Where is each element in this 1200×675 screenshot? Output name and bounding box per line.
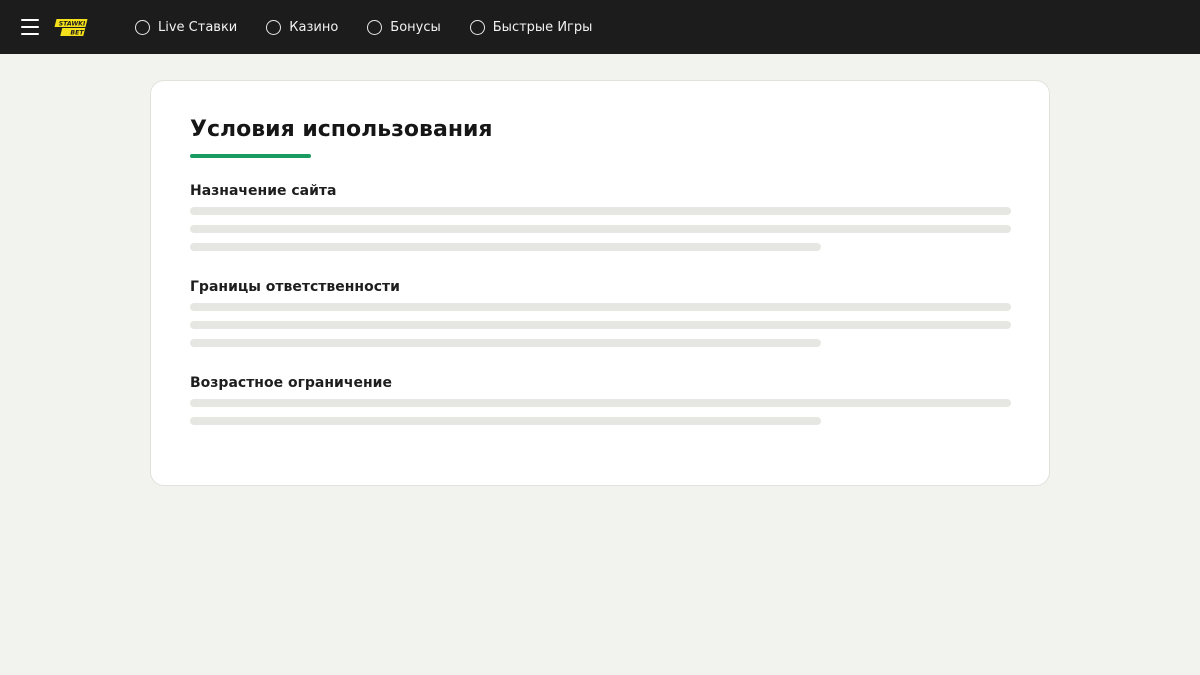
nav-item-label: Казино (289, 19, 339, 35)
title-underline (190, 154, 311, 158)
text-placeholder-line (190, 243, 821, 251)
text-placeholder-line (190, 417, 821, 425)
section-heading: Возрастное ограничение (190, 375, 392, 391)
text-placeholder-line (190, 339, 821, 347)
nav-item-quick-games[interactable]: Быстрые Игры (469, 19, 593, 35)
text-placeholder-line (190, 207, 1011, 215)
nav-item-label: Live Ставки (158, 19, 238, 35)
main-nav: Live Ставки Казино Бонусы Быстрые Игры (135, 0, 621, 54)
stawki-bet-logo[interactable]: STAWKI BET (54, 17, 90, 38)
top-navigation-bar: STAWKI BET Live Ставки Казино Бонусы Быс… (0, 0, 1200, 54)
nav-item-bonuses[interactable]: Бонусы (367, 19, 441, 35)
text-placeholder-line (190, 225, 1011, 233)
text-placeholder-line (190, 303, 1011, 311)
section-age-restriction: Возрастное ограничение (190, 373, 1011, 425)
menu-icon[interactable] (21, 17, 39, 37)
circle-icon (469, 19, 485, 35)
nav-item-label: Быстрые Игры (492, 19, 593, 35)
circle-icon (367, 19, 383, 35)
circle-icon (135, 19, 150, 35)
section-site-purpose: Назначение сайта (190, 181, 1011, 251)
text-placeholder-line (190, 321, 1011, 329)
page-title: Условия использования (190, 117, 493, 142)
section-heading: Назначение сайта (190, 183, 337, 199)
section-heading: Границы ответственности (190, 279, 400, 295)
section-liability-limits: Границы ответственности (190, 277, 1011, 347)
nav-item-label: Бонусы (390, 19, 441, 35)
nav-item-live-bets[interactable]: Live Ставки (135, 19, 238, 35)
terms-card: Условия использования Назначение сайта Г… (150, 80, 1050, 486)
nav-item-casino[interactable]: Казино (266, 19, 339, 35)
text-placeholder-line (190, 399, 1011, 407)
svg-text:STAWKI: STAWKI (59, 21, 86, 28)
circle-icon (266, 19, 282, 35)
svg-text:BET: BET (70, 30, 84, 37)
